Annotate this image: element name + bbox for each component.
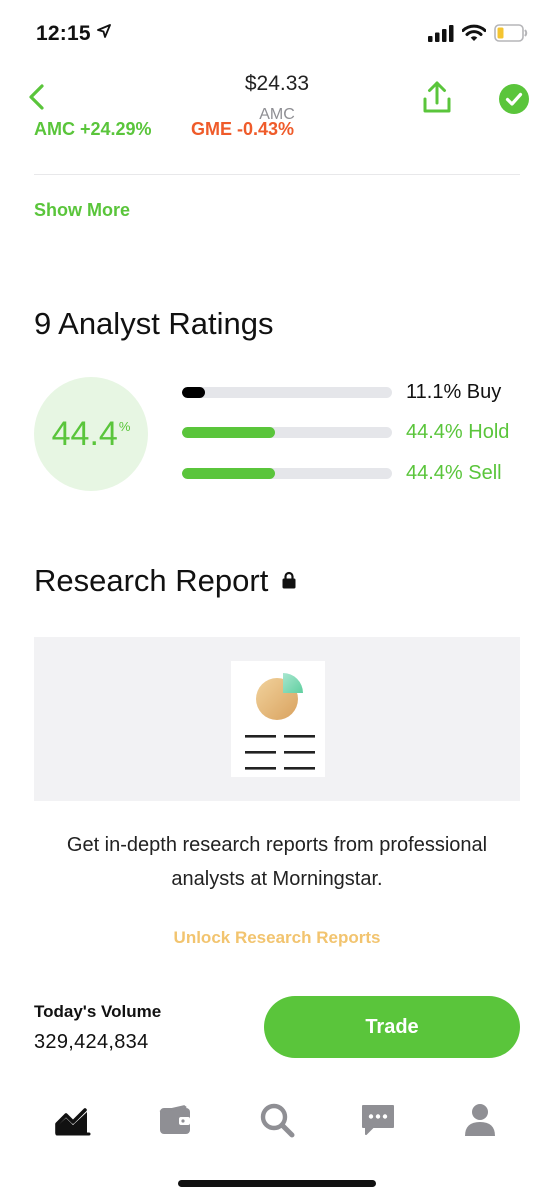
ticker-chip[interactable]: GME -0.43% <box>191 119 294 136</box>
stock-detail-screen: 12:15 $24.33 AMC AMC +24.29% GME -0.43% … <box>0 0 554 1200</box>
search-icon <box>260 1103 295 1138</box>
rating-label-buy: 11.1% Buy <box>406 381 502 403</box>
related-tickers: AMC +24.29% GME -0.43% <box>34 117 514 136</box>
ratings-headline: 44.4% <box>34 415 148 454</box>
ratings-headline-unit: % <box>118 419 131 434</box>
added-to-list-button[interactable] <box>499 84 529 114</box>
status-icons <box>428 24 528 47</box>
rating-bar-buy <box>182 387 392 398</box>
show-more-link[interactable]: Show More <box>34 200 130 221</box>
rating-label-sell: 44.4% Sell <box>406 462 502 484</box>
location-arrow-icon <box>96 24 111 42</box>
tab-search[interactable] <box>258 1100 296 1140</box>
ratings-circle: 44.4% <box>34 377 148 491</box>
battery-low-icon <box>494 24 528 47</box>
checkmark-circle-icon <box>505 92 523 106</box>
ticker-chip[interactable]: AMC +24.29% <box>34 119 152 136</box>
wallet-icon <box>159 1105 190 1134</box>
divider <box>34 174 520 175</box>
analyst-ratings-title: 9 Analyst Ratings <box>34 306 274 341</box>
unlock-research-button[interactable]: Unlock Research Reports <box>0 928 554 948</box>
rating-bar-fill <box>182 427 276 438</box>
status-time-text: 12:15 <box>36 22 91 45</box>
header-price: $24.33 <box>244 72 310 95</box>
report-document-icon <box>231 661 325 777</box>
home-indicator <box>178 1180 376 1187</box>
chart-icon <box>55 1108 91 1136</box>
rating-bar-fill <box>182 468 276 479</box>
volume-value: 329,424,834 <box>34 1031 149 1053</box>
tab-wallet[interactable] <box>156 1100 194 1140</box>
rating-bar-hold <box>182 427 392 438</box>
rating-bar-sell <box>182 468 392 479</box>
research-report-card[interactable] <box>34 637 520 801</box>
status-time: 12:15 <box>36 22 111 46</box>
share-icon <box>423 81 451 113</box>
share-button[interactable] <box>420 80 454 116</box>
account-icon <box>465 1104 495 1136</box>
volume-label: Today's Volume <box>34 1002 162 1021</box>
wifi-icon <box>461 24 487 47</box>
research-description: Get in-depth research reports from profe… <box>66 834 488 890</box>
cellular-signal-icon <box>428 24 454 47</box>
trade-button[interactable]: Trade <box>264 996 520 1058</box>
messages-icon <box>362 1105 394 1135</box>
tab-messages[interactable] <box>359 1100 397 1140</box>
research-report-title: Research Report <box>34 563 269 598</box>
rating-bar-fill <box>182 387 206 398</box>
lock-icon <box>282 571 296 589</box>
ratings-headline-value: 44.4 <box>51 415 118 453</box>
tab-account[interactable] <box>461 1100 499 1140</box>
tab-chart[interactable] <box>54 1100 92 1140</box>
rating-label-hold: 44.4% Hold <box>406 421 510 443</box>
